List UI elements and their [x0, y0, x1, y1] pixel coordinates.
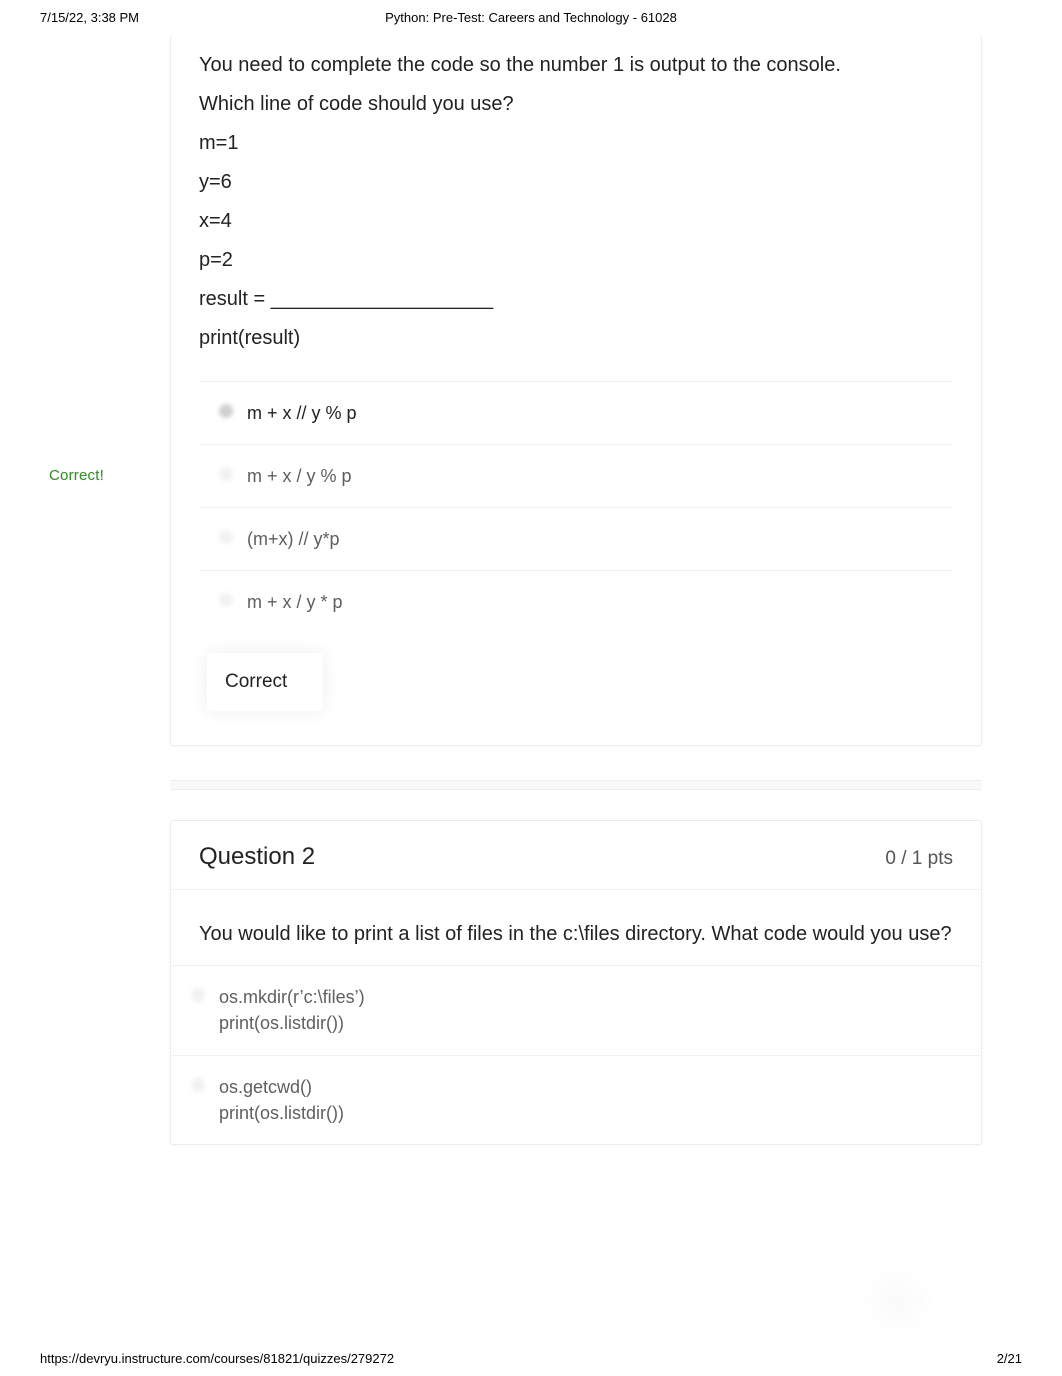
q1-code-x: x=4: [199, 207, 953, 236]
q1-code-m: m=1: [199, 129, 953, 158]
print-footer: https://devryu.instructure.com/courses/8…: [0, 1351, 1062, 1366]
question-2-header: Question 2 0 / 1 pts: [171, 821, 981, 890]
q2-answer-1[interactable]: os.mkdir(r’c:\files’) print(os.listdir()…: [171, 965, 981, 1054]
q1-code-p: p=2: [199, 246, 953, 275]
q1-prompt-line-2: Which line of code should you use?: [199, 90, 953, 119]
question-2-block: Question 2 0 / 1 pts You would like to p…: [170, 820, 982, 1144]
q1-prompt-line-1: You need to complete the code so the num…: [199, 51, 953, 80]
q1-answer-4[interactable]: m + x / y * p: [199, 570, 953, 633]
print-header: 7/15/22, 3:38 PM Python: Pre-Test: Caree…: [0, 0, 1062, 29]
q1-answer-3[interactable]: (m+x) // y*p: [199, 507, 953, 570]
q1-code-print: print(result): [199, 324, 953, 353]
print-datetime: 7/15/22, 3:38 PM: [40, 10, 139, 25]
q1-code-y: y=6: [199, 168, 953, 197]
question-separator: [170, 780, 982, 790]
question-1-block: You need to complete the code so the num…: [170, 35, 982, 746]
question-2-title: Question 2: [199, 843, 315, 871]
print-footer-page: 2/21: [997, 1351, 1022, 1366]
preview-lock-overlay: [862, 1256, 932, 1346]
question-1-body: You need to complete the code so the num…: [171, 35, 981, 745]
print-doc-title: Python: Pre-Test: Careers and Technology…: [385, 10, 677, 25]
q1-feedback: Correct: [207, 653, 323, 711]
q2-answer-2[interactable]: os.getcwd() print(os.listdir()): [171, 1055, 981, 1144]
question-2-points: 0 / 1 pts: [885, 848, 953, 870]
q1-answers: m + x // y % p m + x / y % p (m+x) // y*…: [199, 381, 953, 633]
content-well: You need to complete the code so the num…: [55, 35, 982, 1145]
q1-code-result: result = ____________________: [199, 285, 953, 314]
q1-answer-1[interactable]: m + x // y % p: [199, 381, 953, 444]
print-footer-url: https://devryu.instructure.com/courses/8…: [40, 1351, 394, 1366]
question-2-prompt: You would like to print a list of files …: [171, 890, 981, 955]
q2-answers: os.mkdir(r’c:\files’) print(os.listdir()…: [171, 965, 981, 1143]
page: 7/15/22, 3:38 PM Python: Pre-Test: Caree…: [0, 0, 1062, 1376]
q1-answer-2[interactable]: m + x / y % p: [199, 444, 953, 507]
correct-gutter-label: Correct!: [49, 467, 104, 484]
